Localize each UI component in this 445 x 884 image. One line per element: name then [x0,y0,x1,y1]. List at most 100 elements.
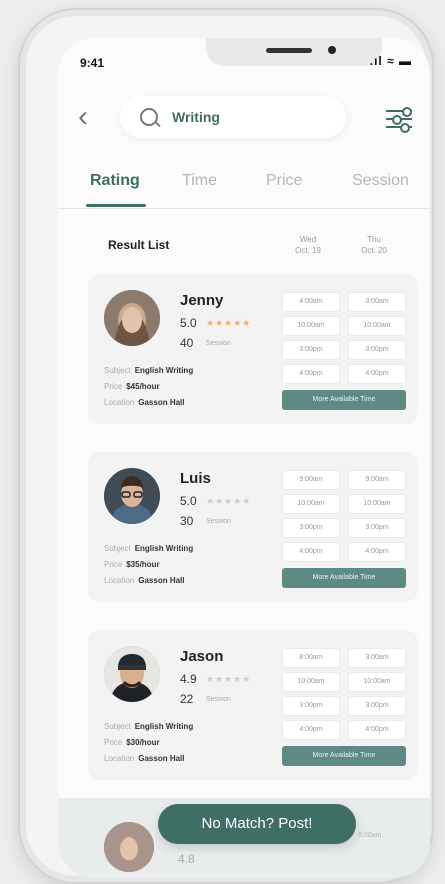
time-slot[interactable]: 3:00pm [348,696,406,716]
location-value: Gasson Hall [138,398,185,407]
location-value: Gasson Hall [138,754,185,763]
time-slot[interactable]: 4:00pm [282,542,340,562]
avatar [104,468,160,524]
result-list-title: Result List [108,238,170,252]
date-day: Wed [299,235,317,244]
tutor-card-luis[interactable]: Luis 5.0 ★★★★★ 30 Session Subject English… [88,452,418,602]
time-slot[interactable]: 3:00pm [282,696,340,716]
tutor-rating: 5.0 [180,316,197,330]
tutor-rating: 4.9 [180,672,197,686]
time-slot[interactable]: 4:00am [282,292,340,312]
peek-rating: 4.8 [178,852,195,866]
peek-slot: 8:00am [358,832,382,839]
time-slot[interactable]: 3:00pm [282,518,340,538]
back-icon[interactable]: ‹ [78,102,88,132]
tutor-sessions: 22 [180,692,194,706]
time-slot[interactable]: 4:00pm [282,364,340,384]
location-label: Location [104,398,135,407]
subject-row: Subject English Writing [104,366,193,375]
active-tab-indicator [86,204,146,207]
subject-label: Subject [104,366,131,375]
speaker [266,48,312,53]
notch [206,38,382,66]
more-available-time-button[interactable]: More Available Time [282,568,406,588]
time-slot[interactable]: 4:00pm [348,720,406,740]
sessions-label: Session [206,518,231,525]
time-slot[interactable]: 4:00pm [282,720,340,740]
date-date: Oct. 20 [361,246,387,255]
tab-price[interactable]: Price [266,172,302,190]
tutor-card-jenny[interactable]: Jenny 5.0 ★★★★★ 40 Session Subject Englis… [88,274,418,424]
location-row: Location Gasson Hall [104,754,185,763]
phone-frame: 9:41 .ıl ≈ ▬ ‹ Writing Rating Time Price… [18,8,434,884]
star-rating-icon: ★★★★★ [206,674,252,684]
time-slot[interactable]: 10:00am [282,672,340,692]
subject-row: Subject English Writing [104,544,193,553]
search-icon [140,108,158,126]
time-slot[interactable]: 9:00am [282,470,340,490]
time-slot[interactable]: 10:00am [348,494,406,514]
time-slot[interactable]: 10:00am [348,316,406,336]
location-label: Location [104,576,135,585]
filter-icon[interactable] [386,106,412,133]
date-day: Thu [367,235,381,244]
tutor-sessions: 40 [180,336,194,350]
location-value: Gasson Hall [138,576,185,585]
time-slot[interactable]: 10:00am [282,316,340,336]
time-slot[interactable]: 3:00am [348,292,406,312]
price-value: $30/hour [126,738,160,747]
tutor-sessions: 30 [180,514,194,528]
time-slot[interactable]: 3:00pm [348,518,406,538]
tab-rating[interactable]: Rating [90,172,140,190]
location-label: Location [104,754,135,763]
more-available-time-button[interactable]: More Available Time [282,390,406,410]
time-slot[interactable]: 10:00am [282,494,340,514]
price-label: Price [104,560,123,569]
subject-label: Subject [104,722,131,731]
post-request-button[interactable]: No Match? Post! [158,804,356,844]
time-slot[interactable]: 10:00am [348,672,406,692]
tutor-name: Luis [180,470,211,487]
more-available-time-button[interactable]: More Available Time [282,746,406,766]
star-rating-icon: ★★★★★ [206,496,252,506]
time-slot[interactable]: 3:00am [348,648,406,668]
tutor-rating: 5.0 [180,494,197,508]
tutor-card-jason[interactable]: Jason 4.9 ★★★★★ 22 Session Subject Englis… [88,630,418,780]
date-column-1: Wed Oct. 19 [278,234,338,256]
subject-value: English Writing [134,544,194,553]
sessions-label: Session [206,340,231,347]
time-slot[interactable]: 4:00pm [348,542,406,562]
tab-time[interactable]: Time [182,172,217,190]
price-row: Price $45/hour [104,382,160,391]
tutor-name: Jenny [180,292,224,309]
subject-row: Subject English Writing [104,722,193,731]
app-screen: 9:41 .ıl ≈ ▬ ‹ Writing Rating Time Price… [58,38,430,878]
time-slot[interactable]: 4:00pm [348,364,406,384]
sessions-label: Session [206,696,231,703]
peek-avatar [104,822,154,872]
time-slot[interactable]: 9:00am [348,470,406,490]
price-value: $35/hour [126,560,160,569]
search-bar[interactable]: Writing [120,96,346,138]
price-label: Price [104,382,123,391]
date-column-2: Thu Oct. 20 [344,234,404,256]
avatar [104,290,160,346]
time-slot[interactable]: 8:00am [282,648,340,668]
price-row: Price $35/hour [104,560,160,569]
tutor-name: Jason [180,648,224,665]
location-row: Location Gasson Hall [104,576,185,585]
tab-session[interactable]: Session [352,172,409,190]
price-row: Price $30/hour [104,738,160,747]
subject-label: Subject [104,544,131,553]
search-query[interactable]: Writing [172,109,220,125]
subject-value: English Writing [134,722,194,731]
date-date: Oct. 19 [295,246,321,255]
star-rating-icon: ★★★★★ [206,318,252,328]
time-slot[interactable]: 3:00pm [348,340,406,360]
location-row: Location Gasson Hall [104,398,185,407]
subject-value: English Writing [134,366,194,375]
price-value: $45/hour [126,382,160,391]
price-label: Price [104,738,123,747]
time-slot[interactable]: 3:00pm [282,340,340,360]
avatar [104,646,160,702]
